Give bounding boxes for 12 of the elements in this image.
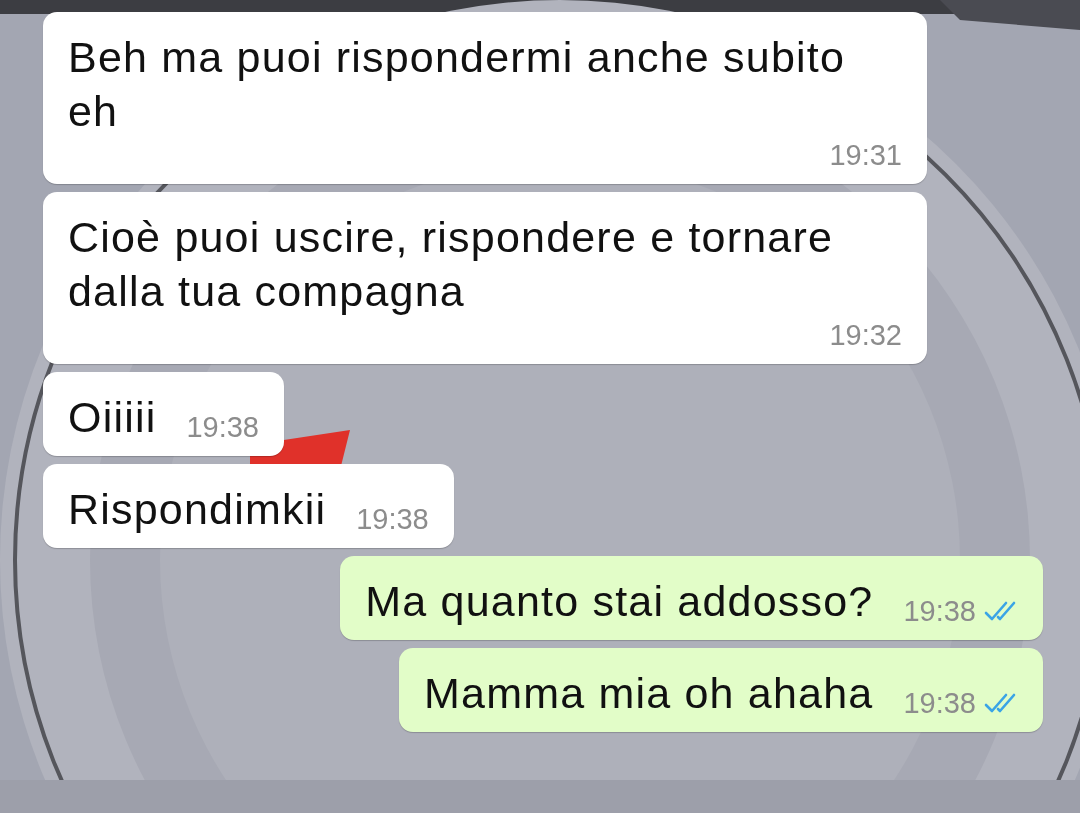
- message-time: 19:38: [186, 410, 259, 444]
- message-text: Rispondimkii: [68, 484, 327, 535]
- message-time: 19:38: [903, 686, 976, 720]
- message-time: 19:32: [829, 318, 902, 352]
- message-text: Cioè puoi uscire, rispondere e tornare dalla tua compagna: [68, 212, 835, 317]
- message-text: Mamma mia oh ahaha: [424, 668, 874, 719]
- message-text: Ma quanto stai addosso?: [365, 576, 874, 627]
- message-text: Beh ma puoi rispondermi anche subito eh: [68, 32, 846, 137]
- message-time: 19:38: [356, 502, 429, 536]
- message-time: 19:38: [903, 594, 976, 628]
- message-text: Oiiiii: [68, 392, 157, 443]
- message-time: 19:31: [829, 138, 902, 172]
